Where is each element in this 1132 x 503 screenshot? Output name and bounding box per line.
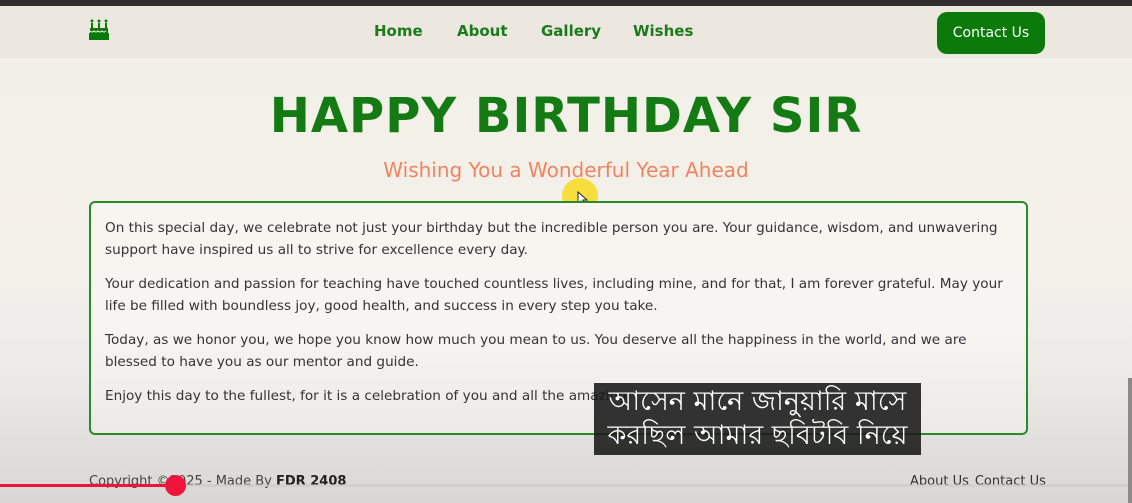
nav-about[interactable]: About xyxy=(457,22,508,40)
message-paragraph-1: On this special day, we celebrate not ju… xyxy=(105,220,998,258)
nav-home[interactable]: Home xyxy=(374,22,423,40)
navbar: Home About Gallery Wishes Contact Us xyxy=(0,6,1132,58)
caption-line-2: করছিল আমার ছবিটবি নিয়ে xyxy=(607,420,908,451)
scrollbar-thumb[interactable] xyxy=(1128,378,1132,503)
message-paragraph-3: Today, as we honor you, we hope you know… xyxy=(105,332,967,370)
nav-wishes[interactable]: Wishes xyxy=(633,22,693,40)
video-progress-played xyxy=(0,484,175,487)
contact-us-button[interactable]: Contact Us xyxy=(937,12,1045,54)
page-subtitle: Wishing You a Wonderful Year Ahead xyxy=(383,158,749,182)
video-caption: আসেন মানে জানুয়ারি মাসে করছিল আমার ছবিট… xyxy=(594,383,921,455)
message-paragraph-2: Your dedication and passion for teaching… xyxy=(105,276,1003,314)
page-title: HAPPY BIRTHDAY SIR xyxy=(269,88,863,144)
nav-gallery[interactable]: Gallery xyxy=(541,22,601,40)
video-scrubber-handle[interactable] xyxy=(165,475,186,496)
caption-line-1: আসেন মানে জানুয়ারি মাসে xyxy=(608,386,907,417)
